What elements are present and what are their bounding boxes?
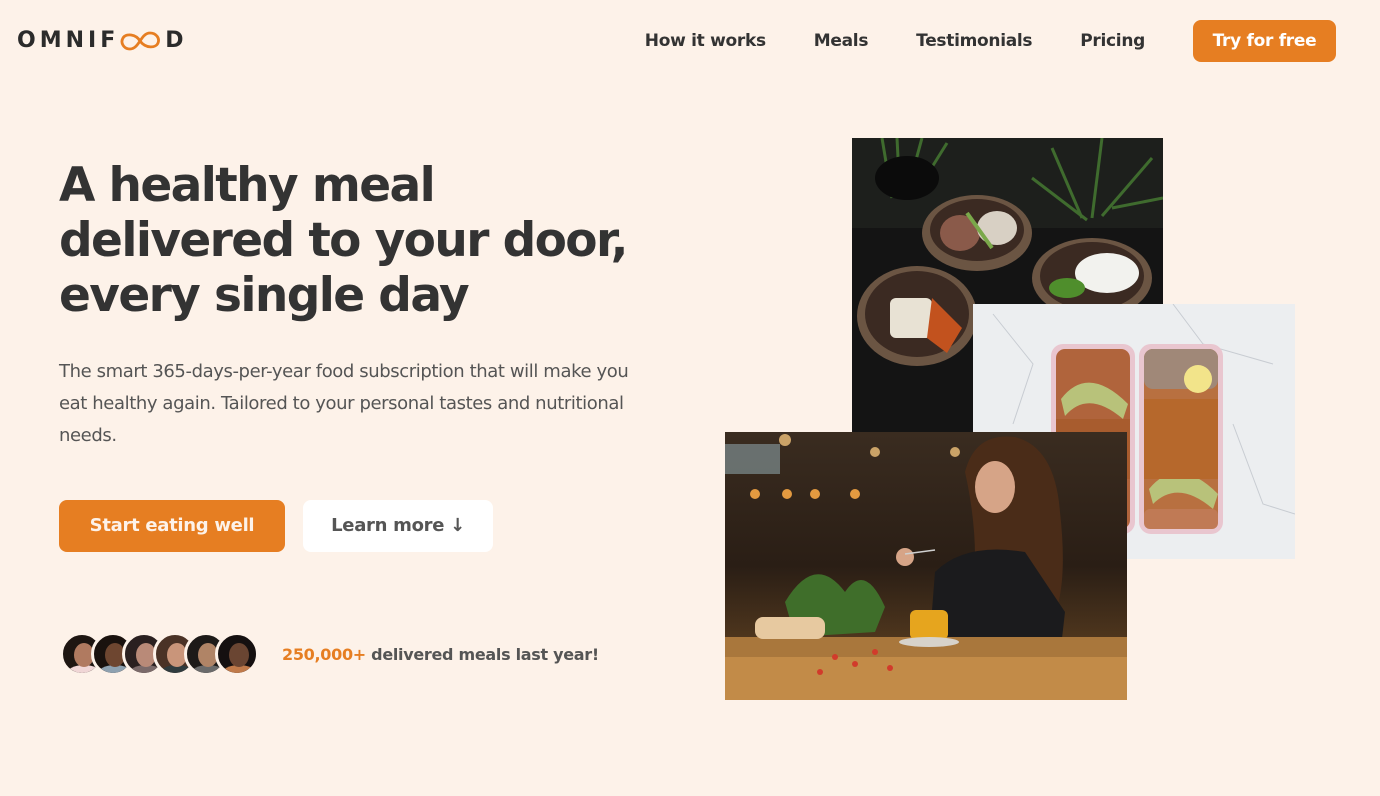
avatar-face <box>229 643 249 667</box>
nav-link-pricing[interactable]: Pricing <box>1080 20 1145 62</box>
hero-description: The smart 365-days-per-year food subscri… <box>59 361 629 446</box>
delivered-label: delivered meals last year! <box>365 644 599 664</box>
hero-title: A healthy meal delivered to your door, e… <box>59 158 679 323</box>
customer-avatars <box>60 632 259 676</box>
delivered-meals: 250,000+ delivered meals last year! <box>60 632 599 676</box>
nav-link-meals[interactable]: Meals <box>814 20 869 62</box>
avatar <box>215 632 259 676</box>
infinity-icon <box>118 30 162 52</box>
hero-title-line-1: A healthy meal <box>59 158 436 213</box>
hero-image-woman-eating <box>725 432 1127 700</box>
learn-more-button[interactable]: Learn more ↓ <box>303 500 493 552</box>
start-eating-well-button[interactable]: Start eating well <box>59 500 285 552</box>
logo-text-end: D <box>165 28 188 53</box>
logo-text-start: OMNIF <box>17 28 120 53</box>
nav-link-how-it-works[interactable]: How it works <box>645 20 766 62</box>
nav-link-testimonials[interactable]: Testimonials <box>916 20 1032 62</box>
site-header: OMNIF D How it works Meals Testimonials … <box>0 0 1380 84</box>
delivered-meals-text: 250,000+ delivered meals last year! <box>282 645 599 664</box>
hero-title-line-2: delivered to your door, <box>59 213 629 268</box>
hero-title-line-3: every single day <box>59 268 470 323</box>
logo[interactable]: OMNIF D <box>17 28 188 53</box>
delivered-count: 250,000+ <box>282 644 366 664</box>
main-nav: How it works Meals Testimonials Pricing … <box>645 20 1336 62</box>
try-for-free-button[interactable]: Try for free <box>1193 20 1336 62</box>
